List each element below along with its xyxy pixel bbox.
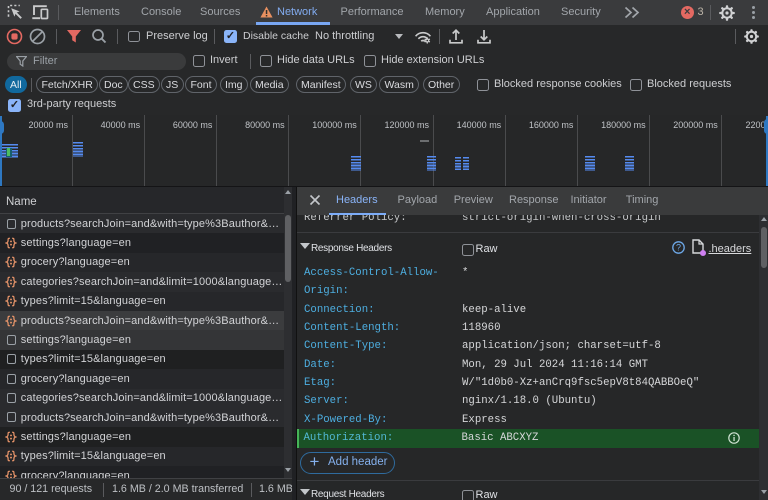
svg-text:?: ? (676, 243, 681, 253)
